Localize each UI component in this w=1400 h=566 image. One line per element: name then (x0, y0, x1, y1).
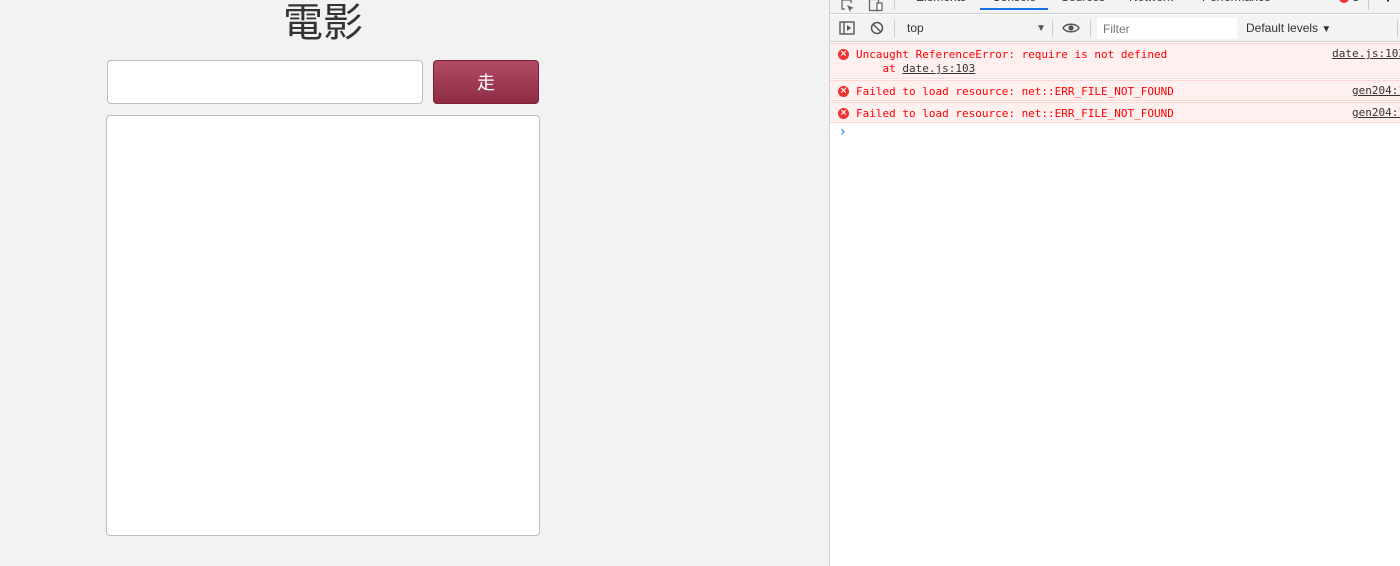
dropdown-arrow-icon: ▼ (1321, 24, 1332, 35)
kebab-menu-icon[interactable]: ⋮ (1382, 0, 1394, 10)
filter-input[interactable] (1097, 18, 1237, 39)
toolbar-separator (1052, 20, 1053, 37)
page-title: 電影 (283, 0, 363, 46)
log-levels-label: Default levels (1246, 21, 1319, 35)
tab-network[interactable]: Network (1129, 0, 1173, 10)
error-icon: × (838, 49, 849, 60)
error-source-link[interactable]: gen204:1 (1352, 106, 1400, 119)
sidebar-toggle-icon[interactable] (839, 21, 855, 35)
context-select[interactable]: top ▼ (902, 18, 1050, 39)
tab-console[interactable]: Console (980, 0, 1049, 10)
tab-performance[interactable]: Performance (1202, 0, 1271, 10)
error-count: 3 (1352, 0, 1359, 4)
live-expression-eye-icon[interactable] (1062, 21, 1080, 35)
devtools-tabbar: Elements Console Sources Network Perform… (830, 0, 1400, 14)
error-message: Uncaught ReferenceError: require is not … (856, 48, 1168, 61)
tab-separator (894, 0, 895, 10)
tab-elements[interactable]: Elements (916, 0, 966, 10)
error-message: Failed to load resource: net::ERR_FILE_N… (856, 107, 1174, 120)
error-message: Failed to load resource: net::ERR_FILE_N… (856, 85, 1174, 98)
toolbar-separator (894, 20, 895, 37)
error-source-link[interactable]: gen204:1 (1352, 84, 1400, 97)
clear-console-icon[interactable] (870, 21, 886, 35)
inspect-element-icon[interactable] (840, 0, 856, 12)
tab-separator (1368, 0, 1369, 10)
toolbar-separator (1090, 20, 1091, 37)
console-messages: × Uncaught ReferenceError: require is no… (830, 43, 1400, 124)
error-counter[interactable]: 3 (1339, 0, 1359, 10)
error-badge-icon (1339, 0, 1349, 3)
console-error-row[interactable]: × Uncaught ReferenceError: require is no… (830, 43, 1400, 79)
console-error-row[interactable]: × Failed to load resource: net::ERR_FILE… (830, 80, 1400, 101)
tab-sources[interactable]: Sources (1061, 0, 1105, 10)
webpage: 電影 走 (0, 0, 829, 566)
error-icon: × (838, 86, 849, 97)
log-levels-dropdown[interactable]: Default levels ▼ (1246, 18, 1331, 39)
search-input[interactable] (107, 60, 423, 104)
devtools-panel: Elements Console Sources Network Perform… (829, 0, 1400, 566)
console-prompt-icon[interactable]: › (840, 124, 846, 140)
context-value: top (907, 21, 924, 35)
results-textarea[interactable] (106, 115, 540, 536)
go-button[interactable]: 走 (433, 60, 539, 104)
error-stack: at date.js:103 (830, 61, 1400, 75)
device-toolbar-icon[interactable] (868, 0, 884, 12)
toolbar-separator (1397, 20, 1398, 37)
error-icon: × (838, 108, 849, 119)
console-toolbar: top ▼ Default levels ▼ (830, 15, 1400, 42)
more-tabs-icon[interactable]: » (1294, 0, 1301, 10)
console-error-row[interactable]: × Failed to load resource: net::ERR_FILE… (830, 102, 1400, 123)
stack-prefix: at (856, 62, 903, 75)
stack-source-link[interactable]: date.js:103 (902, 62, 975, 75)
error-source-link[interactable]: date.js:103 (1332, 47, 1400, 60)
dropdown-arrow-icon: ▼ (1036, 23, 1046, 34)
